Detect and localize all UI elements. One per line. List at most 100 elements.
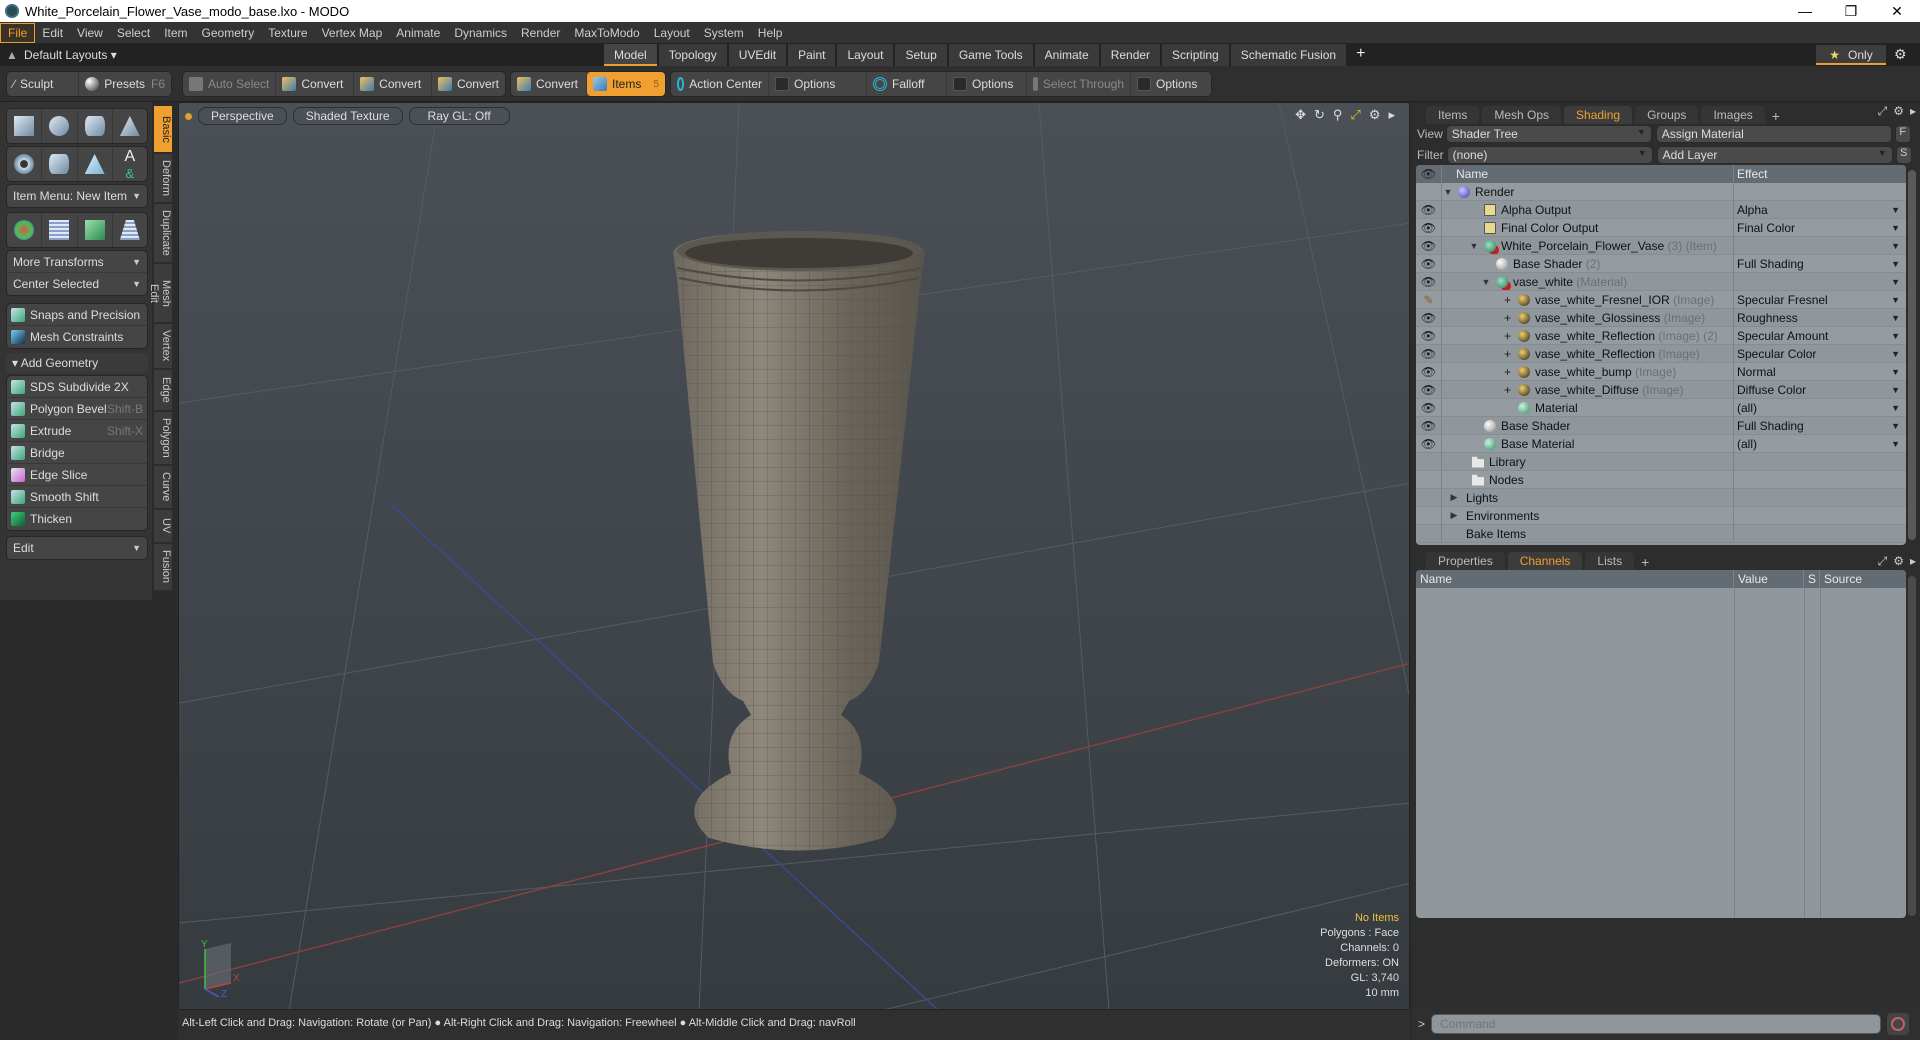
side-tab-fusion[interactable]: Fusion (154, 544, 172, 590)
effect-dropdown[interactable]: Roughness ▼ (1734, 309, 1906, 326)
action-center-button[interactable]: Action Center (671, 72, 769, 96)
expand-plus-icon[interactable]: + (1504, 293, 1514, 307)
shading-mode-button[interactable]: Shaded Texture (292, 107, 403, 125)
snaps-precision-button[interactable]: Snaps and Precision (7, 304, 147, 326)
effect-dropdown[interactable]: ▼ (1734, 273, 1906, 290)
menu-item[interactable]: Item (157, 24, 194, 42)
expand-plus-icon[interactable]: + (1504, 383, 1514, 397)
side-tab-mesh-edit[interactable]: Mesh Edit (148, 264, 172, 322)
taper-button[interactable] (113, 213, 147, 247)
expand-arrow-icon[interactable]: ▼ (1480, 277, 1492, 287)
panel-gear-icon[interactable]: ⚙ (1893, 554, 1904, 569)
tree-row-bake-items[interactable]: Bake Items (1416, 525, 1906, 543)
effect-dropdown[interactable]: Specular Amount ▼ (1734, 327, 1906, 344)
center-selected-dropdown[interactable]: Center Selected ▼ (7, 273, 147, 295)
menu-layout[interactable]: Layout (647, 24, 697, 42)
viewport-status-dot[interactable] (185, 112, 192, 120)
visibility-eye-icon[interactable]: 👁 (1416, 201, 1442, 218)
gear-icon[interactable]: ⚙ (1894, 46, 1907, 63)
visibility-eye-icon[interactable]: 👁 (1416, 345, 1442, 362)
s-button[interactable]: S (1895, 146, 1912, 164)
view-dropdown[interactable]: Shader Tree ▼ (1445, 125, 1652, 143)
items-mode-button[interactable]: Items 5 (587, 72, 665, 96)
side-tab-edge[interactable]: Edge (154, 370, 172, 410)
tab-groups[interactable]: Groups (1635, 106, 1699, 124)
effect-dropdown[interactable]: (all) ▼ (1734, 399, 1906, 416)
panel-arrow-icon[interactable]: ▸ (1910, 554, 1916, 569)
tree-row-diffuse[interactable]: 👁 + vase_white_Diffuse (Image) Diffuse Colo… (1416, 381, 1906, 399)
visibility-eye-icon[interactable]: 👁 (1416, 237, 1442, 254)
menu-maxtomodo[interactable]: MaxToModo (567, 24, 646, 42)
deform-grid-button[interactable] (42, 213, 78, 247)
menu-dynamics[interactable]: Dynamics (447, 24, 514, 42)
effect-dropdown[interactable]: Full Shading ▼ (1734, 255, 1906, 272)
item-menu-dropdown[interactable]: Item Menu: New Item ▼ (7, 185, 147, 207)
maximize-icon[interactable]: ⤢ (1350, 107, 1360, 123)
raygl-button[interactable]: Ray GL: Off (408, 107, 510, 125)
cylinder-primitive-button[interactable] (78, 109, 113, 143)
expand-arrow-icon[interactable]: ▶ (1442, 510, 1466, 521)
menu-help[interactable]: Help (751, 24, 790, 42)
tree-row-reflection-2[interactable]: 👁 + vase_white_Reflection (Image) (2) Specu… (1416, 327, 1906, 345)
tree-row-vase-item[interactable]: 👁 ▼ White_Porcelain_Flower_Vase (3) (Item)… (1416, 237, 1906, 255)
minimize-button[interactable]: — (1782, 3, 1828, 20)
tab-scripting[interactable]: Scripting (1162, 44, 1229, 66)
expand-arrow-icon[interactable]: ▼ (1442, 187, 1454, 197)
tab-channels[interactable]: Channels (1507, 552, 1583, 570)
tab-schematic-fusion[interactable]: Schematic Fusion (1230, 44, 1347, 66)
expand-plus-icon[interactable]: + (1504, 311, 1514, 325)
maximize-panel-icon[interactable]: ⤢ (1878, 554, 1888, 569)
add-geometry-header[interactable]: ▾ Add Geometry (6, 353, 148, 373)
tab-items[interactable]: Items (1426, 106, 1480, 124)
sphere-primitive-button[interactable] (42, 109, 78, 143)
add-tab-button[interactable]: + (1768, 108, 1784, 124)
convert-items-button[interactable]: Convert (511, 72, 587, 96)
tab-images[interactable]: Images (1701, 106, 1765, 124)
tree-row-final-color-output[interactable]: 👁 Final Color Output Final Color ▼ (1416, 219, 1906, 237)
expand-arrow-icon[interactable]: ▸ (1388, 107, 1395, 123)
edit-dropdown[interactable]: Edit ▼ (7, 537, 147, 559)
effect-dropdown[interactable]: Full Shading ▼ (1734, 417, 1906, 434)
presets-button[interactable]: Presets F6 (79, 72, 171, 96)
side-tab-polygon[interactable]: Polygon (154, 412, 172, 464)
tree-row-glossiness[interactable]: 👁 + vase_white_Glossiness (Image) Roughness… (1416, 309, 1906, 327)
falloff-options-button[interactable]: Options (947, 72, 1027, 96)
effect-dropdown[interactable]: (all) ▼ (1734, 435, 1906, 452)
text-tool-button[interactable]: A & (113, 147, 147, 181)
pen-tool-button[interactable] (78, 147, 113, 181)
menu-view[interactable]: View (70, 24, 110, 42)
effect-dropdown[interactable]: Normal ▼ (1734, 363, 1906, 380)
auto-select-button[interactable]: Auto Select (183, 72, 277, 96)
side-tab-curve[interactable]: Curve (154, 466, 172, 508)
view-type-button[interactable]: Perspective (198, 107, 287, 125)
visibility-eye-icon[interactable]: 👁 (1416, 255, 1442, 272)
visibility-eye-icon[interactable]: 👁 (1416, 309, 1442, 326)
menu-render[interactable]: Render (514, 24, 567, 42)
zoom-icon[interactable]: ⚲ (1333, 107, 1343, 123)
side-tab-duplicate[interactable]: Duplicate (154, 204, 172, 262)
effect-dropdown[interactable]: ▼ (1734, 237, 1906, 254)
paint-brush-icon[interactable]: ✎ (1416, 291, 1442, 308)
f-button[interactable]: F (1894, 125, 1911, 143)
tree-row-bump[interactable]: 👁 + vase_white_bump (Image) Normal ▼ (1416, 363, 1906, 381)
tab-topology[interactable]: Topology (658, 44, 727, 66)
visibility-eye-icon[interactable]: 👁 (1416, 327, 1442, 344)
restore-button[interactable]: ❐ (1828, 3, 1874, 20)
menu-texture[interactable]: Texture (261, 24, 314, 42)
add-tab-button[interactable]: + (1348, 44, 1373, 66)
visibility-eye-icon[interactable]: 👁 (1416, 399, 1442, 416)
visibility-eye-icon[interactable]: 👁 (1416, 219, 1442, 236)
tab-shading[interactable]: Shading (1564, 106, 1633, 124)
tree-row-vase-white-material[interactable]: 👁 ▼ vase_white (Material) ▼ (1416, 273, 1906, 291)
more-transforms-dropdown[interactable]: More Transforms ▼ (7, 251, 147, 273)
thicken-button[interactable]: Thicken (7, 508, 147, 530)
tab-game-tools[interactable]: Game Tools (948, 44, 1033, 66)
tree-row-material[interactable]: 👁 Material (all) ▼ (1416, 399, 1906, 417)
tab-setup[interactable]: Setup (895, 44, 947, 66)
tree-row-base-shader-2[interactable]: 👁 Base Shader (2) Full Shading ▼ (1416, 255, 1906, 273)
menu-geometry[interactable]: Geometry (195, 24, 262, 42)
select-through-options-button[interactable]: Options (1131, 72, 1203, 96)
command-input[interactable] (1431, 1014, 1882, 1034)
smooth-shift-button[interactable]: Smooth Shift (7, 486, 147, 508)
assign-material-button[interactable]: Assign Material (1655, 125, 1892, 143)
